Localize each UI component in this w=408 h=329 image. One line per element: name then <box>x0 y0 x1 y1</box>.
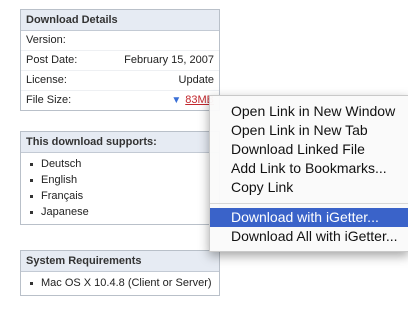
menu-item-add-link-to-bookmarks[interactable]: Add Link to Bookmarks... <box>210 159 408 178</box>
list-item: Mac OS X 10.4.8 (Client or Server) <box>30 275 219 291</box>
context-menu: Open Link in New Window Open Link in New… <box>209 95 408 252</box>
download-details-panel: Download Details Version: Post Date: Feb… <box>20 9 220 111</box>
supported-languages-title: This download supports: <box>21 132 219 153</box>
file-size-label: File Size: <box>26 94 72 106</box>
detail-row-post-date: Post Date: February 15, 2007 <box>21 51 219 71</box>
system-requirements-panel: System Requirements Mac OS X 10.4.8 (Cli… <box>20 250 220 296</box>
license-value: Update <box>178 74 214 86</box>
file-size-download-link[interactable]: ▼ 83MB <box>171 91 214 110</box>
menu-item-download-all-with-igetter[interactable]: Download All with iGetter... <box>210 227 408 246</box>
license-label: License: <box>26 74 67 86</box>
list-item: Deutsch <box>30 156 219 172</box>
system-requirements-title: System Requirements <box>21 251 219 272</box>
download-details-title: Download Details <box>21 10 219 31</box>
menu-item-download-linked-file[interactable]: Download Linked File <box>210 140 408 159</box>
list-item: Français <box>30 188 219 204</box>
menu-separator <box>210 203 408 204</box>
menu-item-copy-link[interactable]: Copy Link <box>210 178 408 197</box>
post-date-value: February 15, 2007 <box>124 54 214 66</box>
detail-row-version: Version: <box>21 31 219 51</box>
requirements-list: Mac OS X 10.4.8 (Client or Server) <box>21 272 219 295</box>
version-label: Version: <box>26 34 66 46</box>
post-date-label: Post Date: <box>26 54 78 66</box>
menu-item-open-link-new-window[interactable]: Open Link in New Window <box>210 102 408 121</box>
list-item: English <box>30 172 219 188</box>
supported-languages-panel: This download supports: Deutsch English … <box>20 131 220 225</box>
menu-item-download-with-igetter[interactable]: Download with iGetter... <box>210 208 408 227</box>
language-list: Deutsch English Français Japanese <box>21 153 219 224</box>
download-arrow-icon: ▼ <box>171 95 182 106</box>
detail-row-license: License: Update <box>21 71 219 91</box>
menu-item-open-link-new-tab[interactable]: Open Link in New Tab <box>210 121 408 140</box>
detail-row-file-size: File Size: ▼ 83MB <box>21 91 219 110</box>
list-item: Japanese <box>30 204 219 220</box>
